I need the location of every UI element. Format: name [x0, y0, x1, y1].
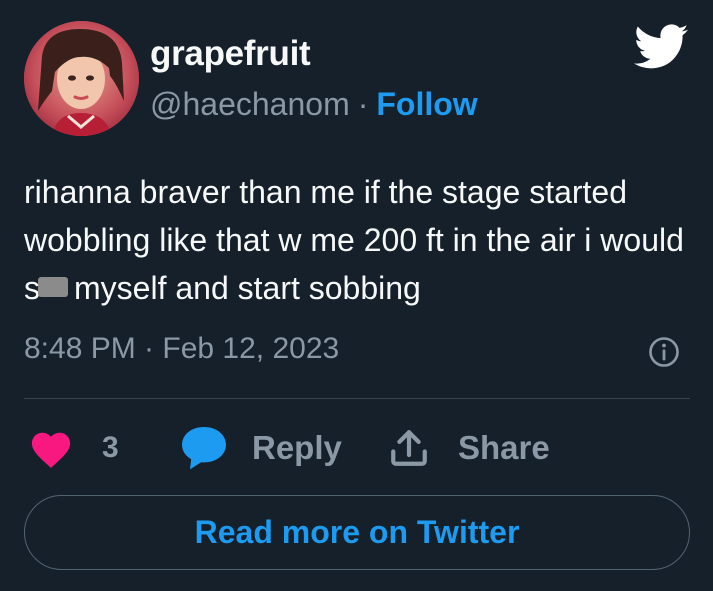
divider: [24, 398, 690, 399]
display-name[interactable]: grapefruit: [150, 36, 311, 71]
handle[interactable]: @haechanom: [150, 86, 350, 122]
read-more-button[interactable]: Read more on Twitter: [24, 495, 690, 570]
share-label: Share: [458, 429, 550, 466]
speech-bubble-icon: [182, 427, 226, 470]
handle-separator: ·: [357, 86, 369, 122]
like-button[interactable]: 3: [28, 422, 119, 474]
timestamp[interactable]: 8:48 PM · Feb 12, 2023: [24, 334, 339, 364]
tweet-text-after-censor: myself and start sobbing: [74, 270, 421, 306]
embedded-tweet-card: grapefruit @haechanom · Follow rihanna bra…: [0, 0, 713, 591]
tweet-text: rihanna braver than me if the stage star…: [24, 168, 689, 312]
censor-block: [38, 277, 68, 297]
info-icon[interactable]: [648, 336, 680, 368]
avatar[interactable]: [24, 21, 139, 136]
avatar-image: [24, 21, 139, 136]
heart-icon: [31, 432, 71, 468]
share-upload-icon: [391, 430, 427, 466]
reply-label: Reply: [252, 429, 342, 466]
share-button[interactable]: Share: [388, 422, 550, 474]
handle-row: @haechanom · Follow: [150, 88, 478, 120]
reply-button[interactable]: Reply: [180, 422, 342, 474]
follow-link[interactable]: Follow: [376, 86, 477, 122]
like-count: 3: [102, 431, 119, 464]
twitter-bird-icon[interactable]: [634, 24, 689, 70]
